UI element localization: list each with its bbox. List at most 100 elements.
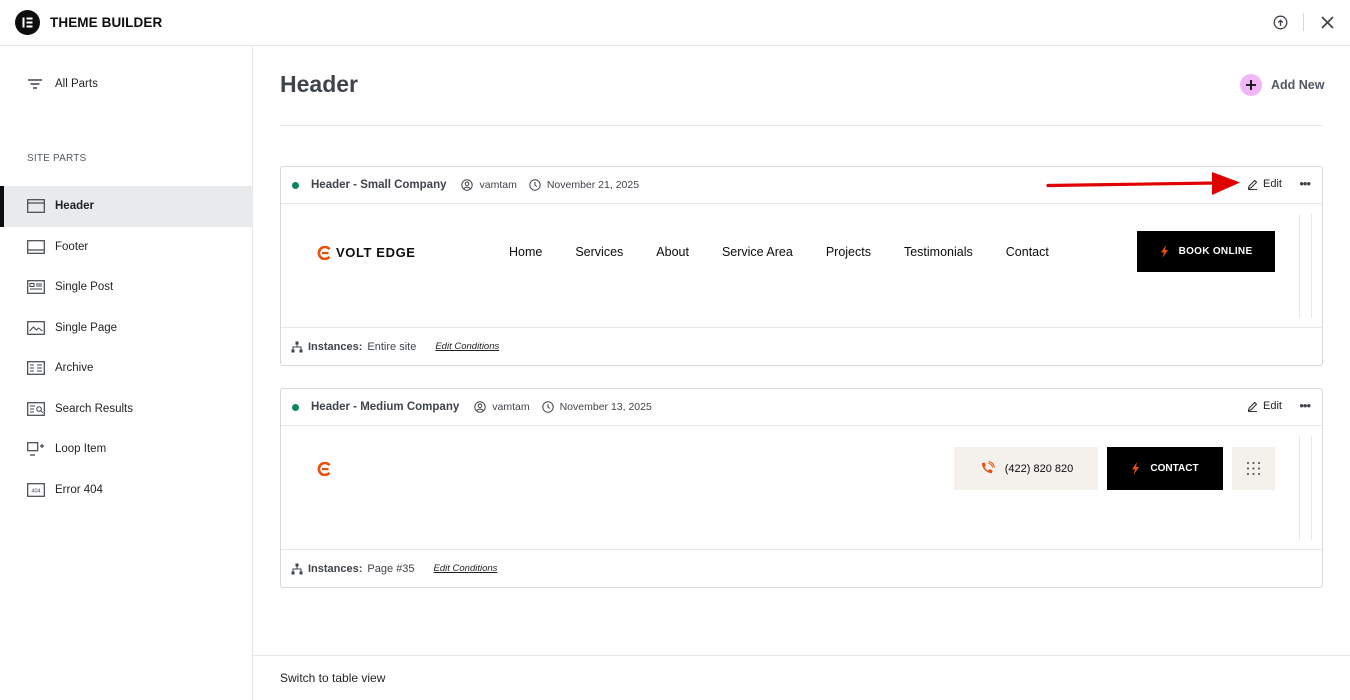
divider: [280, 125, 1323, 126]
loop-item-icon: [27, 442, 44, 456]
annotation-arrow-icon: [1046, 172, 1240, 195]
user-icon: [474, 401, 486, 413]
pencil-icon: [1247, 179, 1258, 190]
filter-lines-icon: [28, 79, 42, 89]
divider: [253, 655, 1350, 656]
author-meta: vamtam: [474, 401, 530, 413]
preview-nav-item: Home: [509, 245, 543, 259]
preview-contact-button: CONTACT: [1107, 447, 1223, 490]
preview-cta-label: CONTACT: [1150, 463, 1199, 474]
header-icon: [27, 199, 45, 214]
edit-conditions-link[interactable]: Edit Conditions: [435, 341, 499, 352]
clock-icon: [529, 179, 541, 191]
sidebar-item-error-404[interactable]: 404 Error 404: [0, 470, 252, 511]
instances-value: Entire site: [367, 340, 417, 353]
card-title: Header - Small Company: [311, 179, 447, 191]
site-parts-heading: SITE PARTS: [27, 153, 87, 164]
status-dot: [292, 403, 299, 411]
instances-label: Instances:: [308, 340, 363, 353]
preview-scrollbar[interactable]: [1299, 214, 1312, 318]
template-preview[interactable]: (422) 820 820 CONTACT: [281, 426, 1322, 550]
modified-date: November 13, 2025: [559, 401, 652, 413]
sidebar: All Parts SITE PARTS Header Footer Singl…: [0, 46, 253, 700]
app-title: THEME BUILDER: [50, 15, 163, 30]
preview-phone-button: (422) 820 820: [954, 447, 1098, 490]
card-title: Header - Medium Company: [311, 401, 460, 413]
plus-icon: [1240, 74, 1262, 96]
status-dot: [292, 181, 299, 189]
author-name: vamtam: [492, 401, 530, 413]
preview-phone-number: (422) 820 820: [1004, 462, 1074, 475]
preview-nav-item: About: [656, 245, 689, 259]
sitemap-icon: [291, 341, 303, 352]
preview-book-online-button: BOOK ONLINE: [1137, 231, 1275, 272]
edit-label: Edit: [1263, 178, 1282, 190]
sidebar-item-single-post[interactable]: Single Post: [0, 267, 252, 308]
add-new-button[interactable]: Add New: [1240, 74, 1324, 96]
template-card: Header - Medium Company vamtam November …: [280, 388, 1323, 588]
elementor-logo-icon: [15, 10, 40, 35]
sidebar-item-search-results[interactable]: Search Results: [0, 389, 252, 430]
info-circle-icon[interactable]: [1273, 15, 1288, 30]
sidebar-item-footer[interactable]: Footer: [0, 227, 252, 268]
sidebar-item-label: Search Results: [55, 402, 133, 415]
all-parts-link[interactable]: All Parts: [27, 78, 98, 90]
card-header: Header - Medium Company vamtam November …: [281, 389, 1322, 426]
card-footer: Instances: Page #35 Edit Conditions: [281, 550, 1322, 587]
search-results-icon: [27, 401, 45, 416]
all-parts-label: All Parts: [55, 78, 98, 90]
preview-nav: Home Services About Service Area Project…: [509, 245, 1049, 259]
volt-edge-logo-icon: [317, 245, 331, 260]
lightning-icon: [1132, 462, 1140, 475]
archive-icon: [27, 361, 45, 376]
edit-button[interactable]: Edit: [1247, 178, 1282, 190]
sitemap-icon: [291, 563, 303, 574]
close-icon[interactable]: [1320, 15, 1335, 30]
sidebar-item-header[interactable]: Header: [0, 186, 252, 227]
site-parts-nav: Header Footer Single Post Single Page Ar…: [0, 186, 252, 510]
preview-nav-item: Services: [575, 245, 624, 259]
more-options-icon[interactable]: •••: [1299, 176, 1311, 191]
sidebar-item-label: Footer: [55, 240, 89, 253]
sidebar-item-label: Single Post: [55, 281, 114, 294]
edit-label: Edit: [1263, 400, 1282, 412]
preview-scrollbar[interactable]: [1299, 436, 1312, 540]
add-new-label: Add New: [1271, 78, 1325, 92]
modified-date: November 21, 2025: [546, 179, 640, 191]
sidebar-item-label: Loop Item: [55, 443, 107, 456]
switch-to-table-view-link[interactable]: Switch to table view: [280, 671, 385, 685]
preview-nav-item: Service Area: [721, 245, 793, 259]
sidebar-item-label: Single Page: [55, 321, 118, 334]
instances-label: Instances:: [308, 562, 363, 575]
preview-nav-item: Contact: [1005, 245, 1049, 259]
error-404-icon: 404: [27, 482, 45, 497]
date-meta: November 13, 2025: [541, 401, 652, 413]
sidebar-item-single-page[interactable]: Single Page: [0, 308, 252, 349]
phone-icon: [981, 460, 995, 473]
preview-nav-item: Testimonials: [903, 245, 973, 259]
more-options-icon[interactable]: •••: [1299, 398, 1311, 413]
page-title: Header: [280, 71, 358, 97]
author-name: vamtam: [479, 179, 517, 191]
preview-brand-name: VOLT EDGE: [336, 245, 416, 260]
user-icon: [461, 179, 474, 191]
sidebar-item-loop-item[interactable]: Loop Item: [0, 429, 252, 470]
edit-button[interactable]: Edit: [1247, 400, 1282, 412]
main-panel: Header Add New Header - Small Company va…: [253, 46, 1350, 700]
author-meta: vamtam: [461, 179, 517, 191]
sidebar-item-label: Archive: [55, 362, 94, 375]
single-page-icon: [27, 320, 45, 335]
footer-icon: [27, 239, 45, 254]
toolbar-divider: [1303, 13, 1304, 31]
sidebar-item-archive[interactable]: Archive: [0, 348, 252, 389]
svg-text:404: 404: [31, 488, 40, 494]
pencil-icon: [1247, 401, 1258, 412]
edit-conditions-link[interactable]: Edit Conditions: [434, 563, 498, 574]
preview-brand: [317, 461, 331, 481]
preview-menu-grid-icon: [1232, 447, 1275, 490]
template-preview[interactable]: VOLT EDGE Home Services About Service Ar…: [281, 204, 1322, 328]
clock-icon: [541, 401, 554, 413]
volt-edge-logo-icon: [317, 461, 331, 477]
date-meta: November 21, 2025: [529, 179, 639, 191]
sidebar-item-label: Error 404: [55, 483, 103, 496]
